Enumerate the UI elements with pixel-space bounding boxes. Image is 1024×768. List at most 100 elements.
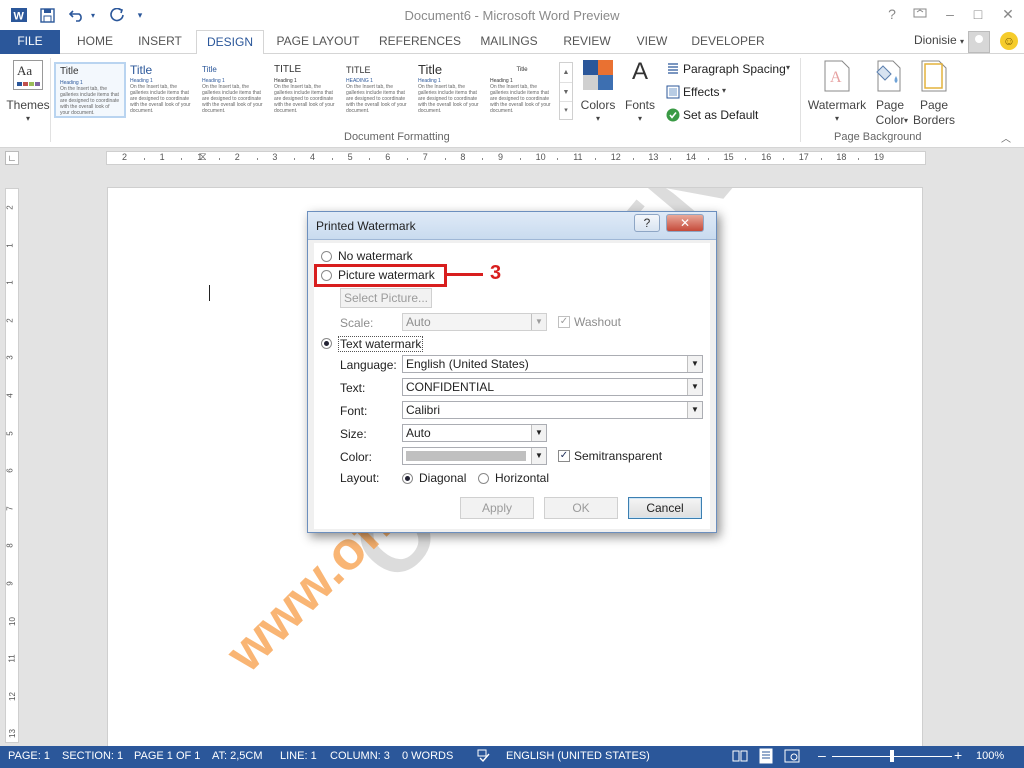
help-button[interactable]: ? <box>878 2 906 26</box>
ruler-mark: 19 <box>874 152 885 162</box>
zoom-out-icon[interactable]: – <box>818 747 826 763</box>
page-borders-label: Page Borders <box>912 98 956 127</box>
zoom-slider[interactable] <box>832 750 952 762</box>
indent-marker-icon[interactable]: ⧖ <box>199 151 207 164</box>
font-label: Font: <box>340 404 368 418</box>
page-borders-icon <box>921 60 947 92</box>
tab-view[interactable]: VIEW <box>628 30 676 54</box>
watermark-dropdown-icon: ▾ <box>834 114 839 123</box>
effects-label: Effects <box>683 85 720 99</box>
apply-button[interactable]: Apply <box>460 497 534 519</box>
no-watermark-label[interactable]: No watermark <box>338 249 413 263</box>
watermark-button[interactable]: A Watermark ▾ <box>806 58 868 128</box>
themes-button[interactable]: Aa Themes ▾ <box>6 58 50 128</box>
avatar[interactable] <box>968 31 990 53</box>
size-combo[interactable]: Auto ▼ <box>402 424 547 442</box>
diagonal-label[interactable]: Diagonal <box>419 471 466 485</box>
feedback-smiley-icon[interactable]: ☺ <box>1000 32 1018 50</box>
fonts-button[interactable]: A Fonts ▾ <box>620 58 660 128</box>
ruler-mark: 14 <box>686 152 697 162</box>
washout-checkbox[interactable]: ✓ <box>558 316 570 328</box>
set-as-default-label: Set as Default <box>683 108 759 122</box>
text-watermark-label[interactable]: Text watermark <box>338 336 424 352</box>
dialog-close-button[interactable]: ✕ <box>666 214 704 232</box>
tab-selector-icon[interactable]: ∟ <box>5 151 19 165</box>
web-layout-icon[interactable] <box>784 749 800 766</box>
tab-developer[interactable]: DEVELOPER <box>688 30 768 54</box>
horizontal-ruler[interactable]: 2 1 1 2 3 4 5 6 7 8 9 10 11 12 13 14 15 16 17 18 19 ⧖ <box>106 151 926 165</box>
colors-button[interactable]: Colors ▾ <box>578 58 618 128</box>
style-set-1[interactable]: Title Heading 1 On the Insert tab, the g… <box>54 62 126 118</box>
tab-insert[interactable]: INSERT <box>130 30 190 54</box>
color-combo[interactable]: ▼ <box>402 447 547 465</box>
ruler-dot <box>369 158 371 160</box>
select-picture-button[interactable]: Select Picture... <box>340 288 432 308</box>
maximize-button[interactable]: □ <box>964 2 992 26</box>
tab-file[interactable]: FILE <box>0 30 60 54</box>
paragraph-spacing-icon <box>668 63 678 74</box>
ruler-dot <box>670 158 672 160</box>
effects-button[interactable]: Effects ▾ <box>664 84 734 102</box>
paragraph-spacing-button[interactable]: Paragraph Spacing ▾ <box>664 61 796 79</box>
print-layout-icon[interactable] <box>758 748 774 767</box>
read-mode-icon[interactable] <box>732 749 748 766</box>
style-set-2[interactable]: Title Heading 1 On the Insert tab, the g… <box>126 62 198 118</box>
language-combo[interactable]: English (United States) ▼ <box>402 355 703 373</box>
fonts-dropdown-icon: ▾ <box>637 114 642 123</box>
horizontal-label[interactable]: Horizontal <box>495 471 549 485</box>
ok-button[interactable]: OK <box>544 497 618 519</box>
proofing-icon[interactable] <box>476 748 492 767</box>
tab-page-layout[interactable]: PAGE LAYOUT <box>272 30 364 54</box>
tab-references[interactable]: REFERENCES <box>376 30 464 54</box>
collapse-ribbon-icon[interactable]: ︿ <box>1001 130 1011 145</box>
set-as-default-button[interactable]: Set as Default <box>664 107 764 125</box>
font-combo[interactable]: Calibri ▼ <box>402 401 703 419</box>
gallery-more-icon[interactable]: ▾ <box>560 101 572 119</box>
page-color-button[interactable]: Page Color ▾ <box>868 58 912 128</box>
gallery-up-icon[interactable]: ▲ <box>560 63 572 82</box>
zoom-level[interactable]: 100% <box>976 750 1004 762</box>
callout-step-number: 3 <box>490 262 502 284</box>
ruler-mark: 13 <box>648 152 659 162</box>
scale-combo[interactable]: Auto ▼ <box>402 313 547 331</box>
tab-review[interactable]: REVIEW <box>556 30 618 54</box>
page-borders-button[interactable]: Page Borders <box>912 58 956 128</box>
horizontal-radio[interactable] <box>478 473 489 484</box>
semitransparent-label[interactable]: Semitransparent <box>574 449 662 463</box>
tab-design[interactable]: DESIGN <box>196 30 264 55</box>
close-button[interactable]: ✕ <box>994 2 1022 26</box>
style-set-6[interactable]: Title Heading 1 On the Insert tab, the g… <box>414 62 486 118</box>
status-page-of[interactable]: PAGE 1 OF 1 <box>134 750 200 762</box>
ruler-mark: 2 <box>234 152 240 162</box>
gallery-down-icon[interactable]: ▼ <box>560 82 572 101</box>
no-watermark-radio[interactable] <box>321 251 332 262</box>
tab-mailings[interactable]: MAILINGS <box>474 30 544 54</box>
status-at[interactable]: AT: 2,5CM <box>212 750 263 762</box>
ruler-mark: 10 <box>535 152 546 162</box>
zoom-in-icon[interactable]: + <box>954 747 962 763</box>
style-set-7[interactable]: Title Heading 1 On the Insert tab, the g… <box>486 62 558 118</box>
status-column[interactable]: COLUMN: 3 <box>330 750 390 762</box>
ribbon-display-button[interactable] <box>906 2 934 26</box>
status-section[interactable]: SECTION: 1 <box>62 750 123 762</box>
status-words[interactable]: 0 WORDS <box>402 750 453 762</box>
status-page[interactable]: PAGE: 1 <box>8 750 50 762</box>
style-set-4[interactable]: TITLE Heading 1 On the Insert tab, the g… <box>270 62 342 118</box>
ruler-mark: 16 <box>761 152 772 162</box>
zoom-slider-thumb[interactable] <box>890 750 894 762</box>
semitransparent-checkbox[interactable]: ✓ <box>558 450 570 462</box>
minimize-button[interactable]: – <box>936 2 964 26</box>
washout-label: Washout <box>574 315 621 329</box>
status-line[interactable]: LINE: 1 <box>280 750 317 762</box>
style-set-3[interactable]: Title Heading 1 On the Insert tab, the g… <box>198 62 270 118</box>
style-set-5[interactable]: TITLE HEADING 1 On the Insert tab, the g… <box>342 62 414 118</box>
dialog-help-button[interactable]: ? <box>634 214 660 232</box>
cancel-button[interactable]: Cancel <box>628 497 702 519</box>
tab-home[interactable]: HOME <box>66 30 124 54</box>
text-combo[interactable]: CONFIDENTIAL ▼ <box>402 378 703 396</box>
status-language[interactable]: ENGLISH (UNITED STATES) <box>506 750 650 762</box>
account-name[interactable]: Dionisie ▾ <box>914 33 964 47</box>
diagonal-radio[interactable] <box>402 473 413 484</box>
vertical-ruler[interactable]: 2 1 1 2 3 4 5 6 7 8 9 10 11 12 13 <box>5 188 19 743</box>
text-watermark-radio[interactable] <box>321 338 332 349</box>
